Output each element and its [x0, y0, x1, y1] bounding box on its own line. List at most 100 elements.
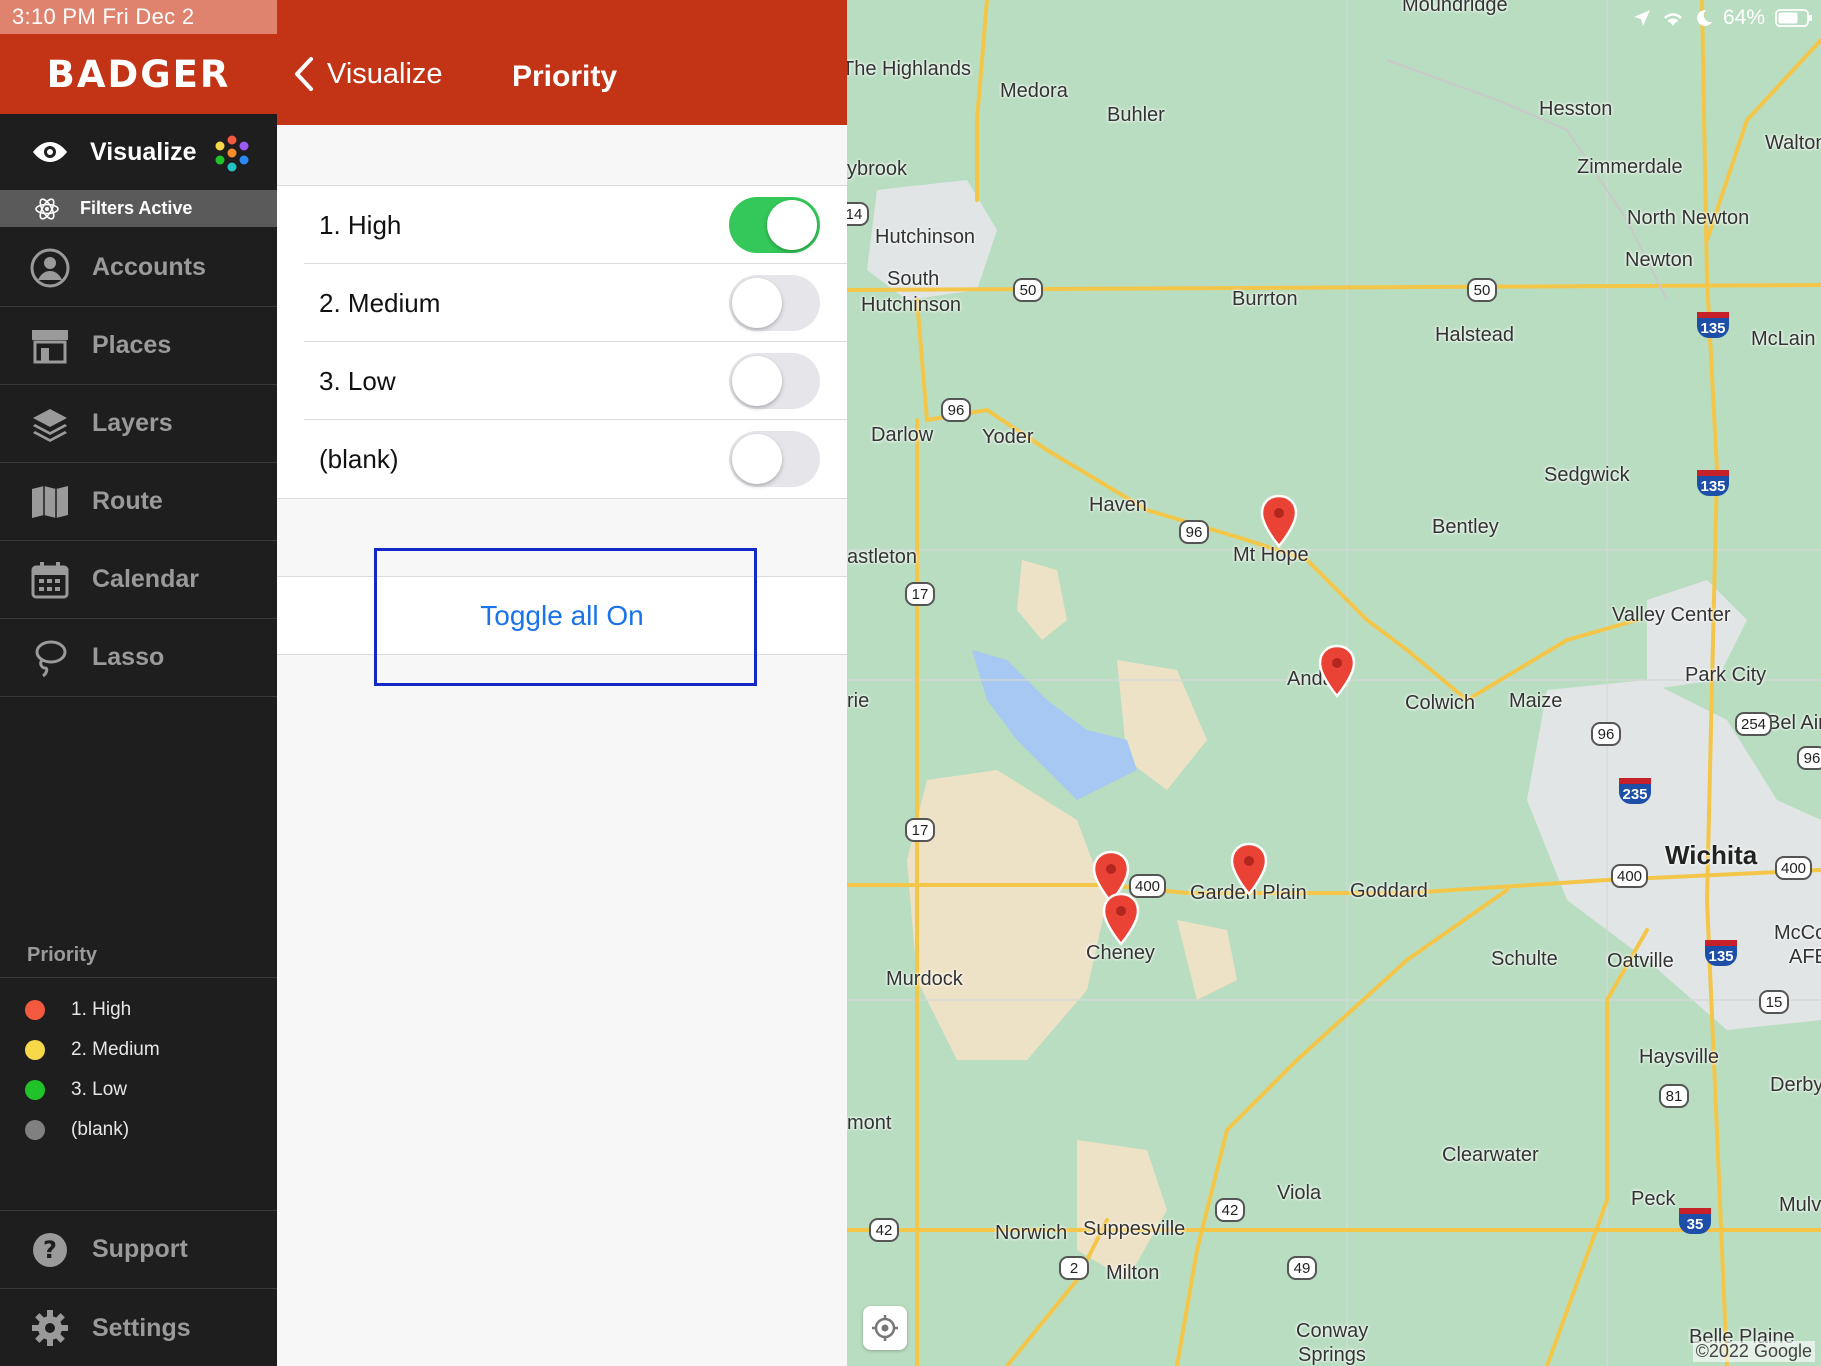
interstate-shield: 135 [1705, 940, 1737, 966]
nav-item-label: Layers [92, 409, 173, 437]
nav-item-label: Support [92, 1235, 188, 1263]
nav-item-visualize[interactable]: Visualize [0, 114, 277, 190]
divider [0, 977, 277, 978]
map-label: South [887, 268, 940, 290]
route-shield: 96 [1797, 746, 1821, 770]
back-button[interactable]: Visualize [293, 56, 443, 92]
legend-label: 1. High [71, 999, 132, 1020]
map-label: Norwich [995, 1222, 1068, 1244]
map-icon [30, 482, 70, 522]
map-label: Yoder [982, 426, 1034, 448]
map-label: Buhler [1107, 104, 1165, 126]
help-icon: ? [30, 1230, 70, 1270]
nav-item-places[interactable]: Places [0, 307, 277, 385]
switch-knob [767, 200, 817, 250]
legend-dot [25, 1080, 45, 1100]
battery-icon [1775, 9, 1812, 27]
map-label: ybrook [847, 158, 908, 180]
legend-item-high: 1. High [25, 999, 131, 1021]
map-label: Conway [1296, 1320, 1369, 1342]
map-label: Springs [1298, 1344, 1366, 1366]
nav-item-lasso[interactable]: Lasso [0, 619, 277, 697]
priority-toggle-list: 1. High 2. Medium 3. Low (blank) [277, 185, 847, 499]
wifi-icon [1664, 13, 1682, 26]
route-shield: 42 [869, 1218, 899, 1242]
legend-item-blank: (blank) [25, 1119, 129, 1141]
route-shield: 2 [1059, 1256, 1089, 1280]
map-label: Hutchinson [875, 226, 976, 248]
nav-item-label: Route [92, 487, 163, 515]
store-icon [30, 326, 70, 366]
toggle-label: 2. Medium [319, 287, 441, 318]
legend-label: 3. Low [71, 1079, 127, 1100]
locate-me-button[interactable] [863, 1306, 907, 1350]
crosshair-icon [872, 1315, 898, 1341]
route-shield: 96 [941, 398, 971, 422]
filters-active-banner[interactable]: Filters Active [0, 190, 277, 227]
map-label: Mulv [1779, 1194, 1821, 1216]
toggle-switch-low[interactable] [729, 353, 820, 409]
map-pin-high[interactable] [1101, 892, 1141, 946]
map-label: McCon [1774, 922, 1821, 944]
map-label: Haven [1089, 494, 1147, 516]
map-label: Halstead [1435, 324, 1514, 346]
nav-item-support[interactable]: ? Support [0, 1211, 277, 1289]
toggle-row-low: 3. Low [277, 342, 847, 420]
highlight-box [374, 548, 757, 686]
map-label: Viola [1277, 1182, 1322, 1204]
legend-item-low: 3. Low [25, 1079, 127, 1101]
nav-item-settings[interactable]: Settings [0, 1289, 277, 1366]
map-pin-high[interactable] [1259, 494, 1299, 548]
account-icon [30, 248, 70, 288]
route-shield: 17 [905, 582, 935, 606]
interstate-shield: 235 [1619, 778, 1651, 804]
map-pin-high[interactable] [1317, 644, 1357, 698]
svg-text:?: ? [43, 1236, 57, 1264]
toggle-switch-high[interactable] [729, 197, 820, 253]
interstate-shield: 135 [1697, 470, 1729, 496]
route-shield: 96 [1591, 722, 1621, 746]
lasso-icon [30, 638, 70, 678]
map-view[interactable]: Moundridge The Highlands Medora Buhler H… [847, 0, 1821, 1366]
brand-logo: BADGER [0, 34, 277, 114]
map-label: North Newton [1627, 207, 1750, 229]
map-label: Walton [1765, 132, 1821, 154]
map-label: Peck [1631, 1188, 1676, 1210]
legend-title: Priority [27, 944, 98, 966]
map-label: Darlow [871, 424, 934, 446]
nav-item-accounts[interactable]: Accounts [0, 229, 277, 307]
map-label: Bentley [1432, 516, 1499, 538]
map-label: Maize [1509, 690, 1563, 712]
nav-item-calendar[interactable]: Calendar [0, 541, 277, 619]
map-label: Oatville [1607, 950, 1674, 972]
eye-icon [33, 142, 67, 162]
toggle-row-high: 1. High [277, 186, 847, 264]
layers-icon [30, 404, 70, 444]
route-shield: 81 [1659, 1084, 1689, 1108]
battery-percent: 64% [1722, 6, 1765, 29]
toggle-row-medium: 2. Medium [277, 264, 847, 342]
route-shield: 50 [1467, 278, 1497, 302]
legend-dot [25, 1120, 45, 1140]
nav-item-layers[interactable]: Layers [0, 385, 277, 463]
legend-label: 2. Medium [71, 1039, 160, 1060]
map-label: Medora [1000, 80, 1068, 102]
toggle-switch-blank[interactable] [729, 431, 820, 487]
legend-item-medium: 2. Medium [25, 1039, 160, 1061]
route-shield: 50 [1013, 278, 1043, 302]
panel-header: Visualize Priority [277, 0, 847, 125]
map-label: AFB [1789, 946, 1821, 968]
toggle-label: 3. Low [319, 365, 396, 396]
nav-item-route[interactable]: Route [0, 463, 277, 541]
toggle-label: 1. High [319, 209, 402, 240]
interstate-shield: 135 [1697, 312, 1729, 338]
filters-active-label: Filters Active [80, 198, 193, 218]
map-label: Burrton [1232, 288, 1298, 310]
route-shield: 42 [1215, 1198, 1245, 1222]
route-shield: 400 [1611, 864, 1649, 888]
chevron-left-icon [295, 57, 313, 91]
map-label: mont [847, 1112, 892, 1134]
calendar-icon [30, 560, 70, 600]
map-pin-high[interactable] [1229, 842, 1269, 896]
toggle-switch-medium[interactable] [729, 275, 820, 331]
